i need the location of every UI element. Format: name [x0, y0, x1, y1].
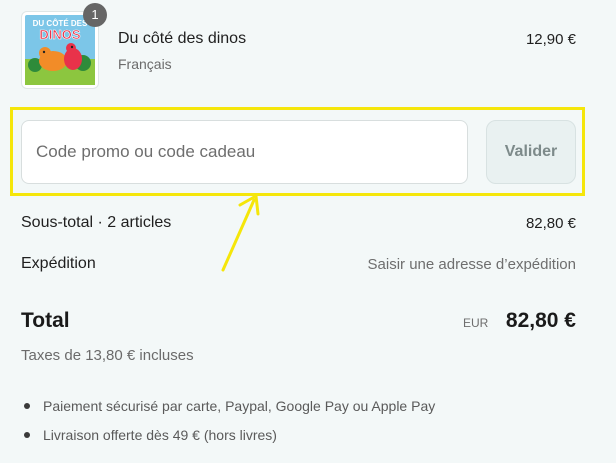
- book-cover-image: DU CÔTÉ DES DINOS: [25, 15, 95, 85]
- total-label: Total: [21, 309, 70, 332]
- validate-promo-button[interactable]: Valider: [486, 120, 576, 184]
- product-variant: Français: [118, 56, 172, 72]
- cart-item: DU CÔTÉ DES DINOS 1 Du côté des dinos Fr…: [21, 3, 576, 89]
- subtotal-value: 82,80 €: [525, 215, 576, 232]
- shipping-value: Saisir une adresse d’expédition: [367, 256, 576, 273]
- quantity-badge: 1: [83, 3, 107, 27]
- bullet-dot-icon: [24, 432, 30, 438]
- product-name: Du côté des dinos: [118, 30, 247, 47]
- benefit-text: Paiement sécurisé par carte, Paypal, Goo…: [43, 398, 436, 414]
- benefit-text: Livraison offerte dès 49 € (hors livres): [43, 427, 277, 443]
- cover-title-line2: DINOS: [39, 27, 81, 42]
- product-price: 12,90 €: [525, 31, 576, 48]
- shipping-label: Expédition: [21, 255, 96, 272]
- promo-code-input[interactable]: [21, 120, 468, 184]
- total-amount: 82,80 €: [505, 309, 576, 332]
- taxes-note: Taxes de 13,80 € incluses: [21, 347, 194, 364]
- total-currency: EUR: [463, 316, 489, 330]
- subtotal-label: Sous-total · 2 articles: [21, 214, 172, 231]
- benefit-item: Paiement sécurisé par carte, Paypal, Goo…: [21, 396, 435, 425]
- bullet-dot-icon: [24, 403, 30, 409]
- benefit-item: Livraison offerte dès 49 € (hors livres): [21, 425, 435, 454]
- benefits-list: Paiement sécurisé par carte, Paypal, Goo…: [21, 396, 435, 454]
- annotation-arrow-icon: [221, 194, 260, 272]
